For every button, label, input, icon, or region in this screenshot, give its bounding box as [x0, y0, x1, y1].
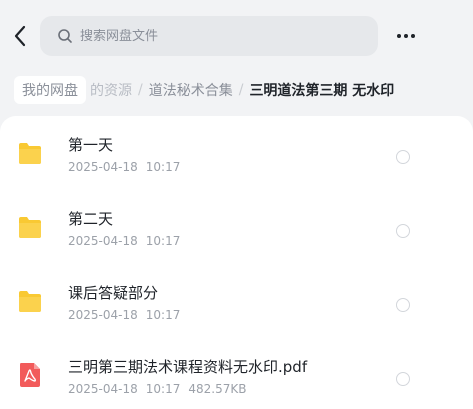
folder-icon [19, 143, 41, 164]
chevron-left-icon [14, 25, 26, 47]
breadcrumb-separator: / [138, 82, 143, 98]
more-dot-icon [397, 34, 401, 38]
pdf-icon [20, 363, 40, 387]
breadcrumb-item-resources[interactable]: 的资源 [90, 80, 132, 100]
more-button[interactable] [392, 24, 420, 48]
folder-icon [19, 291, 41, 312]
file-meta: 2025-04-18 10:17 [68, 234, 180, 248]
search-input[interactable] [80, 28, 370, 44]
file-time: 10:17 [145, 234, 181, 248]
file-date: 2025-04-18 [68, 382, 138, 396]
file-meta: 2025-04-18 10:17 [68, 160, 180, 174]
file-time: 10:17 [145, 382, 181, 396]
select-radio[interactable] [396, 224, 410, 238]
select-radio[interactable] [396, 298, 410, 312]
folder-icon [19, 217, 41, 238]
breadcrumb-separator: / [238, 82, 244, 98]
search-bar[interactable] [40, 16, 378, 56]
breadcrumb-root[interactable]: 我的网盘 [14, 76, 86, 104]
breadcrumb: 我的网盘 的资源 / 道法秘术合集 / 三明道法第三期 无水印 [0, 72, 473, 108]
breadcrumb-item-collection[interactable]: 道法秘术合集 [149, 80, 233, 100]
list-item[interactable]: 课后答疑部分 2025-04-18 10:17 [0, 268, 473, 342]
file-time: 10:17 [145, 160, 181, 174]
top-bar [0, 0, 473, 72]
file-date: 2025-04-18 [68, 160, 138, 174]
file-name: 三明第三期法术课程资料无水印.pdf [68, 358, 308, 376]
select-radio[interactable] [396, 372, 410, 386]
more-dot-icon [411, 34, 415, 38]
file-name: 第一天 [68, 136, 114, 154]
file-date: 2025-04-18 [68, 234, 138, 248]
list-item[interactable]: 第二天 2025-04-18 10:17 [0, 194, 473, 268]
back-button[interactable] [8, 22, 32, 50]
breadcrumb-current: 三明道法第三期 无水印 [249, 83, 395, 99]
file-list: 第一天 2025-04-18 10:17 第二天 2025-04-18 10:17 … [0, 116, 473, 409]
file-size: 482.57KB [188, 382, 247, 396]
file-name: 课后答疑部分 [68, 284, 159, 302]
search-icon [56, 27, 74, 45]
file-meta: 2025-04-18 10:17 482.57KB [68, 382, 246, 396]
file-date: 2025-04-18 [68, 308, 138, 322]
file-name: 第二天 [68, 210, 114, 228]
more-dot-icon [404, 34, 408, 38]
list-item[interactable]: 第一天 2025-04-18 10:17 [0, 120, 473, 194]
file-time: 10:17 [145, 308, 181, 322]
list-item[interactable]: 三明第三期法术课程资料无水印.pdf 2025-04-18 10:17 482.57… [0, 342, 473, 409]
file-meta: 2025-04-18 10:17 [68, 308, 180, 322]
select-radio[interactable] [396, 150, 410, 164]
